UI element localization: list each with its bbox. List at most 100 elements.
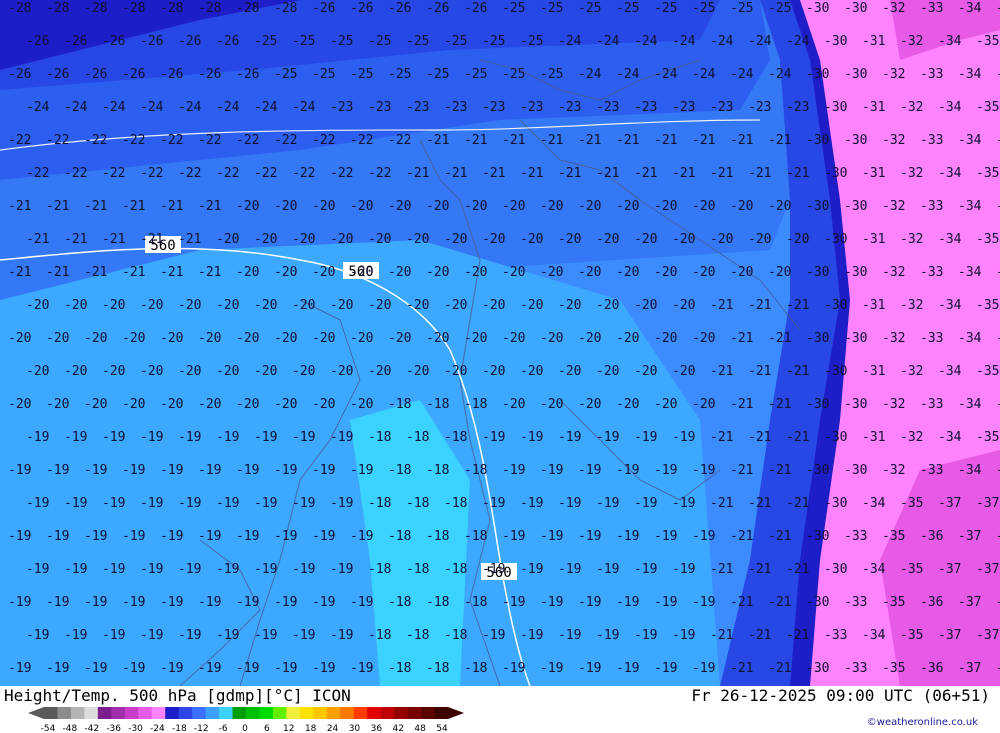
- temperature-value: -34: [938, 232, 962, 247]
- temperature-value: -36: [996, 67, 1000, 82]
- temperature-value: -19: [330, 496, 353, 511]
- legend-tick-label: 12: [283, 724, 294, 733]
- temperature-value: -20: [274, 265, 297, 280]
- temperature-value: -19: [558, 562, 581, 577]
- credit-link[interactable]: ©weatheronline.co.uk: [867, 717, 978, 728]
- temperature-value: -21: [198, 265, 221, 280]
- temperature-value: -20: [710, 232, 733, 247]
- temperature-value: -21: [634, 166, 657, 181]
- temperature-value: -24: [768, 67, 792, 82]
- temperature-value: -21: [558, 166, 581, 181]
- temperature-value: -26: [388, 1, 411, 16]
- temperature-value: -26: [350, 1, 373, 16]
- temperature-value: -19: [634, 496, 657, 511]
- temperature-value: -20: [122, 397, 145, 412]
- temperature-value: -20: [216, 232, 239, 247]
- temperature-value: -19: [236, 463, 259, 478]
- temperature-value: -20: [426, 331, 449, 346]
- temperature-value: -20: [692, 265, 715, 280]
- temperature-value: -21: [122, 199, 145, 214]
- temperature-value: -31: [862, 34, 885, 49]
- temperature-value: -32: [882, 67, 905, 82]
- temperature-value: -30: [806, 331, 829, 346]
- legend-arrow-right: [448, 707, 464, 719]
- temperature-value: -19: [274, 463, 297, 478]
- temperature-value: -20: [616, 199, 639, 214]
- temperature-value: -18: [406, 628, 429, 643]
- temperature-value: -20: [406, 364, 429, 379]
- temperature-value: -20: [312, 199, 335, 214]
- temperature-value: -28: [236, 1, 259, 16]
- temperature-value: -19: [46, 463, 69, 478]
- legend-swatch: [326, 707, 341, 719]
- temperature-value: -34: [938, 364, 962, 379]
- temperature-value: -21: [122, 265, 145, 280]
- temperature-value: -19: [198, 595, 221, 610]
- temperature-value: -35: [976, 298, 999, 313]
- temperature-value: -20: [274, 331, 297, 346]
- temperature-value: -23: [634, 100, 657, 115]
- temperature-value: -31: [862, 166, 885, 181]
- temperature-value: -19: [274, 595, 297, 610]
- temperature-value: -21: [730, 463, 753, 478]
- temperature-value: -21: [748, 496, 771, 511]
- legend-tick-label: 48: [414, 724, 426, 733]
- temperature-value: -19: [330, 562, 353, 577]
- temperature-value: -36: [996, 1, 1000, 16]
- temperature-value: -20: [8, 331, 31, 346]
- legend-swatch: [407, 707, 422, 719]
- temperature-value: -20: [672, 298, 695, 313]
- legend-swatch: [367, 707, 382, 719]
- temperature-value: -34: [958, 331, 982, 346]
- temperature-value: -19: [254, 628, 277, 643]
- temperature-value: -35: [976, 232, 999, 247]
- temperature-value: -36: [996, 463, 1000, 478]
- temperature-value: -22: [312, 133, 335, 148]
- legend-tick-label: -54: [41, 724, 56, 733]
- legend-tick-label: 24: [327, 724, 339, 733]
- temperature-value: -37: [958, 661, 981, 676]
- temperature-value: -20: [616, 397, 639, 412]
- temperature-value: -25: [692, 1, 715, 16]
- temperature-value: -21: [730, 331, 753, 346]
- temperature-value: -32: [900, 430, 923, 445]
- temperature-value: -32: [882, 1, 905, 16]
- legend-tick-label: 0: [242, 724, 248, 733]
- legend-tick-label: 6: [264, 724, 270, 733]
- temperature-value: -26: [464, 1, 487, 16]
- legend-swatch: [286, 707, 301, 719]
- temperature-value: -37: [976, 496, 999, 511]
- temperature-value: -18: [406, 430, 429, 445]
- legend-tick-label: 18: [305, 724, 317, 733]
- temperature-value: -19: [254, 430, 277, 445]
- temperature-value: -20: [388, 199, 411, 214]
- temperature-value: -24: [578, 67, 602, 82]
- legend-swatch: [421, 707, 436, 719]
- temperature-value: -21: [616, 133, 639, 148]
- temperature-value: -20: [368, 298, 391, 313]
- temperature-value: -21: [596, 166, 619, 181]
- temperature-value: -20: [178, 364, 201, 379]
- temperature-value: -33: [920, 265, 943, 280]
- temperature-value: -21: [768, 331, 791, 346]
- temperature-value: -33: [920, 397, 943, 412]
- temperature-value: -25: [520, 34, 543, 49]
- temperature-value: -33: [844, 661, 867, 676]
- temperature-value: -32: [900, 34, 923, 49]
- temperature-value: -19: [102, 562, 125, 577]
- temperature-value: -21: [502, 133, 525, 148]
- weather-map: 560 560 560 -28 -28 -28 -28 -28 -28 -28 -28 -26-…: [0, 0, 1000, 686]
- temperature-value: -20: [502, 397, 525, 412]
- temperature-value: -18: [426, 397, 449, 412]
- temperature-value: -19: [26, 430, 49, 445]
- temperature-value: -19: [654, 529, 677, 544]
- legend-tick-label: 42: [392, 724, 403, 733]
- temperature-value: -24: [730, 67, 754, 82]
- temperature-value: -19: [482, 628, 505, 643]
- temperature-value: -22: [236, 133, 259, 148]
- temperature-value: -36: [996, 397, 1000, 412]
- temperature-value: -19: [198, 661, 221, 676]
- legend-swatch: [259, 707, 274, 719]
- temperature-value: -28: [198, 1, 221, 16]
- temperature-value: -19: [292, 496, 315, 511]
